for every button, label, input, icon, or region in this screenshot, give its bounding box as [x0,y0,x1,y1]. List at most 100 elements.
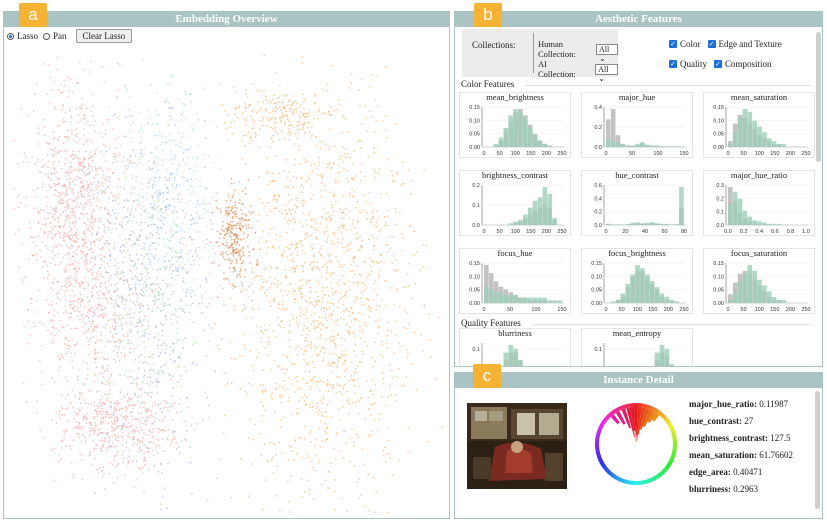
embedding-point [62,312,65,314]
embedding-point [251,227,253,229]
embedding-point [77,301,80,304]
embedding-point [291,266,293,268]
embedding-point [51,419,53,421]
embedding-point [340,217,342,219]
embedding-point [82,162,85,164]
embedding-point [178,193,181,195]
embedding-point [292,186,295,189]
embedding-point [229,246,231,248]
embedding-point [63,195,66,197]
embedding-point [71,130,73,132]
embedding-point [226,242,228,244]
embedding-point [115,161,118,163]
embedding-point [42,260,44,262]
embedding-point [188,188,190,191]
embedding-point [123,250,125,252]
embedding-point [170,273,173,275]
histogram-hue-contrast[interactable]: hue_contrast 0.6 0.4 0.2 0.0 0 20 40 60 80 [581,170,693,236]
embedding-point [119,425,121,427]
lasso-radio[interactable] [7,32,14,40]
embedding-point [247,179,249,181]
embedding-point [184,216,186,218]
embedding-point [128,461,130,463]
embedding-point [135,267,138,269]
embedding-point [104,133,106,135]
embedding-point [190,304,192,307]
embedding-point [322,398,325,400]
embedding-point [229,221,232,223]
embedding-point [238,181,240,183]
embedding-point [119,246,122,249]
embedding-point [152,187,154,189]
histogram-mean-saturation[interactable]: mean_saturation 0.15 0.10 0.05 0.00 0 50 100 150… [703,92,815,158]
histogram-bar-ai [747,111,753,147]
embedding-point [151,268,154,271]
embedding-point [83,332,85,334]
embedding-point [181,222,183,225]
embedding-point [395,212,397,214]
embedding-point [25,156,27,158]
embedding-point [322,287,324,289]
composition-checkbox[interactable]: ✓ [714,60,722,68]
embedding-point [143,319,145,321]
embedding-point [224,110,226,112]
histogram-bar-ai [771,141,777,147]
embedding-point [256,357,258,359]
embedding-point [338,279,341,281]
embedding-point [138,361,141,363]
embedding-point [265,252,267,255]
ai-collection-select[interactable]: All ⌄ [595,63,618,83]
embedding-point [117,136,120,139]
embedding-point [101,308,104,311]
embedding-point [127,165,129,168]
histogram-brightness-contrast[interactable]: brightness_contrast 0.2 0.1 0.0 0 50 100 150 200… [459,170,571,236]
embedding-point [299,242,302,245]
embedding-scatter-plot[interactable] [4,46,449,516]
embedding-point [349,192,351,194]
embedding-point [61,440,63,443]
embedding-point [155,172,158,174]
embedding-point [301,55,304,58]
embedding-point [39,289,41,292]
embedding-point [283,101,285,104]
embedding-point [88,201,91,203]
embedding-point [153,454,156,457]
embedding-point [321,141,323,143]
clear-lasso-button[interactable]: Clear Lasso [75,29,133,43]
embedding-point [59,299,61,301]
embedding-point [55,412,57,414]
embedding-point [140,207,143,210]
lasso-label: Lasso [17,31,38,41]
embedding-point [86,187,88,190]
embedding-point [186,148,188,151]
embedding-point [269,112,271,114]
y-tick-label: 0.0 [472,223,480,229]
embedding-point [330,243,333,245]
embedding-point [134,359,136,361]
embedding-point [317,354,319,357]
pan-radio[interactable] [43,32,50,40]
histogram-major-hue[interactable]: major_hue 0.4 0.2 0.0 0 50 100 150 [581,92,693,158]
embedding-point [348,310,350,312]
embedding-point [157,194,159,196]
color-checkbox[interactable]: ✓ [669,40,677,48]
embedding-point [370,74,373,76]
embedding-point [112,442,114,444]
embedding-point [319,390,321,392]
embedding-point [112,482,115,484]
human-collection-select[interactable]: All ⌄ [595,43,618,63]
embedding-point [80,250,82,252]
embedding-point [291,314,293,317]
embedding-point [256,325,259,327]
embedding-point [127,200,129,202]
quality-checkbox[interactable]: ✓ [669,60,677,68]
embedding-point [93,209,95,211]
embedding-point [156,227,158,229]
embedding-point [376,294,378,296]
embedding-point [70,116,73,119]
embedding-point [131,137,134,140]
histogram-mean-brightness[interactable]: mean_brightness 0.15 0.10 0.05 0.00 0 50 100 150… [459,92,571,158]
embedding-point [264,324,266,326]
embedding-point [129,300,131,302]
edge-checkbox[interactable]: ✓ [707,40,716,48]
